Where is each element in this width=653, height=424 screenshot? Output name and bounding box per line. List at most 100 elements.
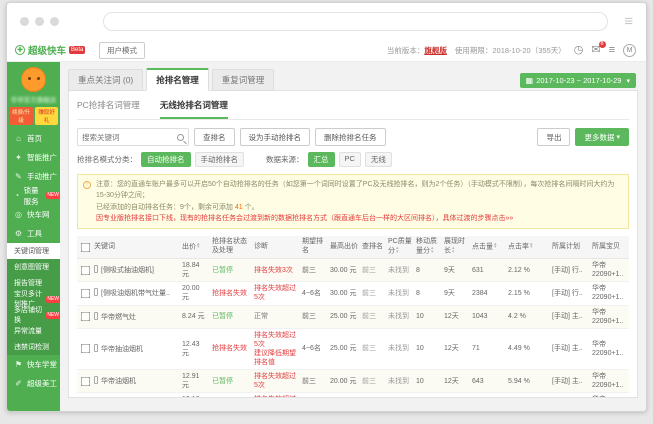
status-badge[interactable]: 抢排名失效	[212, 290, 247, 297]
plan-name[interactable]: [手动] 主..	[550, 393, 590, 398]
row-checkbox[interactable]	[81, 266, 90, 275]
table-row: 华帝油烟机 12.91 元 已暂停 排名失效超过5次 前三 20.00 元 前三…	[77, 370, 629, 393]
sidebar-submenu-item[interactable]: 异常流量	[7, 323, 60, 339]
sidebar-menu-item[interactable]: ✎ 手动推广	[7, 167, 60, 186]
keyword-text[interactable]: 华帝油烟机	[101, 378, 136, 385]
col-mobile-quality[interactable]: 移动质量分▴▾	[414, 236, 442, 258]
toolbar-button[interactable]: 删除抢排名任务	[315, 128, 386, 146]
subtab[interactable]: PC抢排名词管理	[77, 99, 140, 119]
app-menu-icon[interactable]: ≡	[609, 45, 615, 56]
row-checkbox[interactable]	[81, 289, 90, 298]
item-name[interactable]: 华帝22090+1..	[590, 305, 629, 328]
check-rank-result[interactable]: 前三	[360, 259, 386, 282]
source-filter-option[interactable]: 无线	[365, 152, 392, 167]
row-checkbox[interactable]	[81, 312, 90, 321]
keyword-text[interactable]: 华帝燃气灶	[101, 314, 136, 321]
tab[interactable]: 重点关注词 (0)	[68, 69, 143, 91]
status-badge[interactable]: 抢排名失效	[212, 345, 247, 352]
sidebar-menu-item[interactable]: ✐ 超级美工	[7, 374, 60, 393]
mode-filter-option[interactable]: 自动抢排名	[141, 152, 191, 167]
history-clock-icon[interactable]: ◷	[574, 45, 584, 56]
sidebar-menu-item[interactable]: ⚙ 工具	[7, 224, 60, 243]
user-mode-button[interactable]: 用户模式	[99, 42, 145, 59]
check-rank-result[interactable]: -	[360, 393, 386, 398]
export-button[interactable]: 导出	[537, 128, 570, 146]
sidebar-menu-item[interactable]: ◎ 快车网	[7, 205, 60, 224]
sort-icon[interactable]: ▴▾	[452, 247, 455, 254]
address-bar[interactable]	[103, 12, 608, 31]
profile-avatar[interactable]	[21, 67, 46, 92]
keyword-text[interactable]: 华帝抽油烟机	[101, 346, 143, 353]
sidebar-submenu-item[interactable]: 创意图管理	[7, 259, 60, 275]
item-name[interactable]: 华帝22090+1..	[590, 259, 629, 282]
select-all-checkbox[interactable]	[81, 243, 90, 252]
brand-logo[interactable]: ✚ 超级快车 Beta	[7, 43, 95, 57]
check-rank-result[interactable]: 前三	[360, 328, 386, 369]
sidebar-menu-item[interactable]: ◔ 锁量服务 NEW	[7, 186, 60, 205]
toolbar-button[interactable]: 设为手动抢排名	[240, 128, 311, 146]
status-badge[interactable]: 已暂停	[212, 378, 233, 385]
browser-menu-icon[interactable]: ≡	[624, 14, 633, 29]
check-rank-result[interactable]: 前三	[360, 305, 386, 328]
sidebar-menu-item[interactable]: ⌂ 首页	[7, 129, 60, 148]
col-ctr[interactable]: 点击率▴▾	[506, 236, 550, 258]
mode-filter-label: 抢排名模式分类：	[77, 154, 137, 165]
plan-name[interactable]: [手动] 行..	[550, 282, 590, 305]
col-pc-quality[interactable]: PC质量分▴▾	[386, 236, 414, 258]
row-checkbox[interactable]	[81, 344, 90, 353]
item-name[interactable]: 华帝22090+1..	[590, 282, 629, 305]
sidebar-menu-item[interactable]: ✦ 智能推广	[7, 148, 60, 167]
subtab[interactable]: 无线抢排名词管理	[160, 99, 228, 119]
sort-icon[interactable]: ▴▾	[396, 247, 399, 254]
renew-upgrade-tag[interactable]: 续费/升级	[9, 107, 33, 125]
sidebar-submenu-item[interactable]: 多店铺切换 NEW	[7, 307, 60, 323]
sort-icon[interactable]: ▴▾	[494, 243, 497, 250]
notice-line-3[interactable]: 因专业版抢排名接口下线，现有的抢排名任务会过渡到新的数据抢排名方式（跟直通车后台…	[96, 213, 622, 224]
source-filter-option[interactable]: PC	[339, 152, 361, 167]
sort-icon[interactable]: ▴▾	[431, 247, 434, 254]
window-control-dot[interactable]	[50, 17, 59, 26]
col-duration[interactable]: 展现时长▴▾	[442, 236, 470, 258]
sort-icon[interactable]: ▴▾	[530, 243, 533, 250]
item-name[interactable]: 华帝22090+1..	[590, 393, 629, 398]
pc-quality-score: 未找到	[386, 393, 414, 398]
keyword-text[interactable]: [侧吸油烟机带气灶量..	[101, 290, 170, 297]
search-icon[interactable]	[177, 134, 184, 141]
toolbar-button[interactable]: 查排名	[194, 128, 235, 146]
window-control-dot[interactable]	[20, 17, 29, 26]
mail-icon[interactable]: ✉8	[591, 45, 600, 56]
more-data-button[interactable]: 更多数据	[575, 128, 629, 146]
row-checkbox[interactable]	[81, 377, 90, 386]
status-badge[interactable]: 已暂停	[212, 267, 233, 274]
tab[interactable]: 抢排名管理	[146, 68, 209, 91]
col-clicks[interactable]: 点击量▴▾	[470, 236, 506, 258]
expected-rank: 4~6名	[300, 328, 328, 369]
check-rank-result[interactable]: 前三	[360, 282, 386, 305]
date-range-picker[interactable]: ▦ 2017-10-23 ~ 2017-10-29	[520, 73, 636, 88]
user-avatar[interactable]: M	[623, 44, 636, 57]
status-badge[interactable]: 已暂停	[212, 313, 233, 320]
search-input[interactable]	[82, 133, 177, 142]
sidebar-submenu-item[interactable]: 关键词管理	[7, 243, 60, 259]
source-filter-option[interactable]: 汇总	[308, 152, 335, 167]
sort-icon[interactable]: ▴▾	[197, 243, 200, 250]
keyword-text[interactable]: [侧吸式抽油烟机]	[101, 267, 154, 274]
gift-tag[interactable]: 赚取好礼	[35, 107, 58, 125]
window-control-dot[interactable]	[35, 17, 44, 26]
plan-name[interactable]: [手动] 主..	[550, 328, 590, 369]
item-name[interactable]: 华帝22090+1..	[590, 370, 629, 393]
tab[interactable]: 重复词管理	[212, 69, 275, 91]
diagnosis-advice: 建议降低期望排名值	[254, 349, 298, 367]
item-name[interactable]: 华帝22090+1..	[590, 328, 629, 369]
check-rank-result[interactable]: 前三	[360, 370, 386, 393]
version-value[interactable]: 旗舰版	[424, 46, 447, 55]
plan-name[interactable]: [手动] 主..	[550, 305, 590, 328]
plan-name[interactable]: [手动] 行..	[550, 259, 590, 282]
col-bid[interactable]: 出价▴▾	[180, 236, 210, 258]
plan-name[interactable]: [手动] 主..	[550, 370, 590, 393]
window-controls[interactable]	[20, 17, 59, 26]
sidebar-menu-item[interactable]: ⚑ 快车学堂	[7, 355, 60, 374]
sidebar-submenu-item[interactable]: 违禁词检测	[7, 339, 60, 355]
mode-filter-option[interactable]: 手动抢排名	[195, 152, 245, 167]
keyword-search-box[interactable]	[77, 128, 189, 146]
